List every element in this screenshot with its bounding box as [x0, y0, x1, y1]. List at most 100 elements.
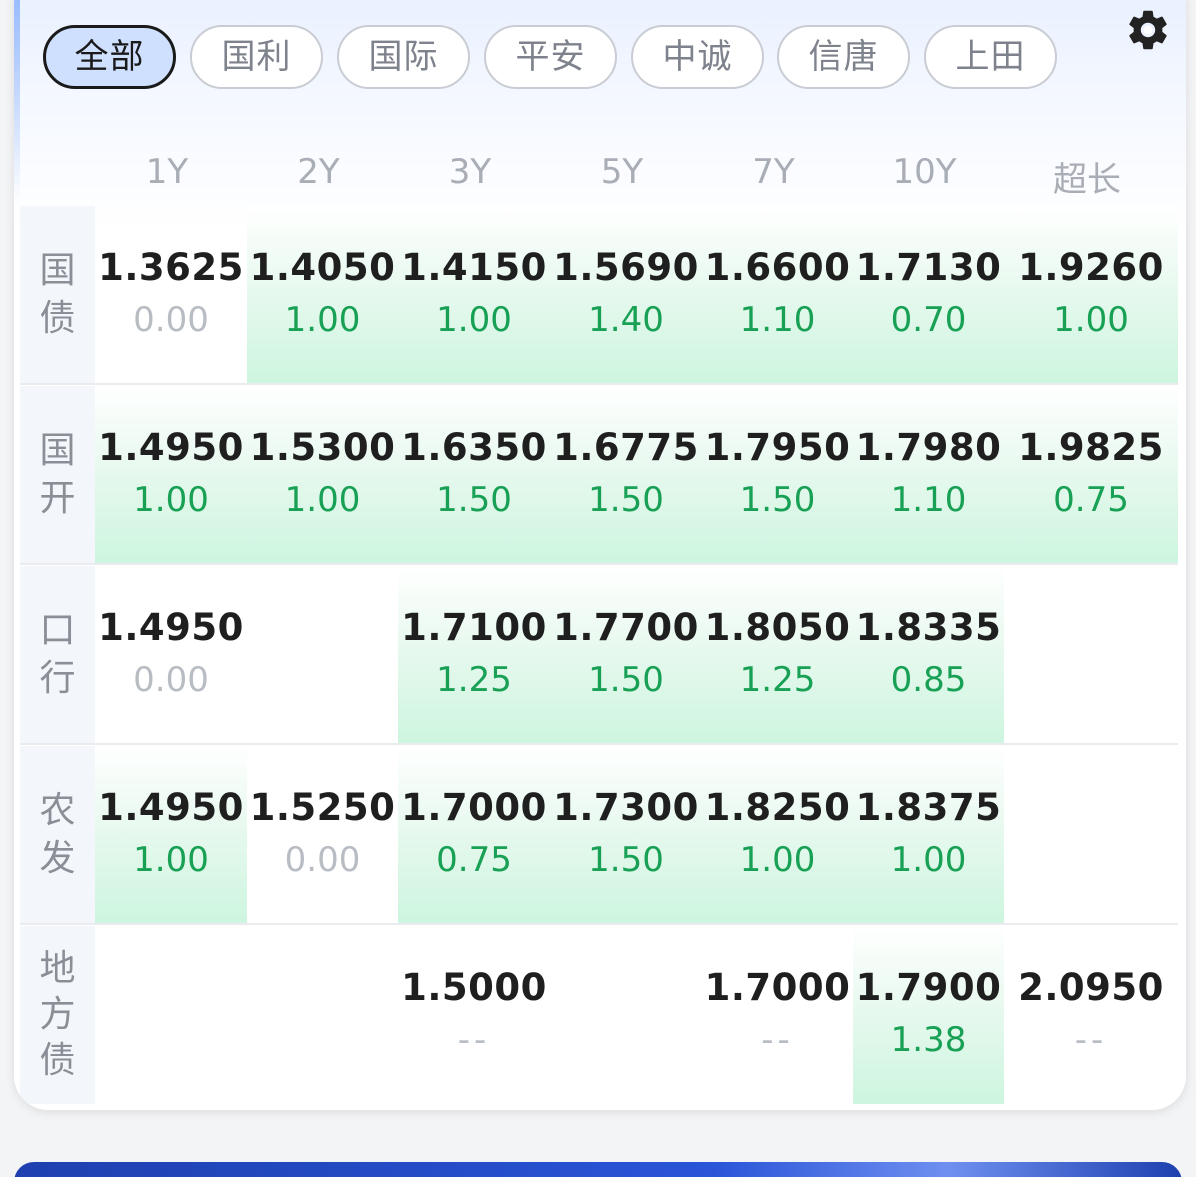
yield-change: -- [761, 1020, 794, 1060]
yield-change: 1.38 [890, 1020, 967, 1060]
yield-cell[interactable]: 1.7300 1.50 [550, 746, 702, 924]
gear-icon[interactable] [1124, 6, 1172, 54]
yield-rate: 1.7700 [553, 606, 699, 649]
promo-banner[interactable] [14, 1162, 1182, 1177]
row-label-0[interactable]: 国债 [20, 206, 95, 384]
yield-cell [550, 926, 702, 1104]
yield-change: 1.25 [739, 660, 816, 700]
yield-cell[interactable]: 1.4950 1.00 [95, 746, 247, 924]
yield-change: 1.00 [1053, 300, 1129, 340]
yield-cell [1004, 566, 1178, 744]
yield-rate: 1.6350 [401, 426, 547, 469]
yield-rate: 1.4150 [401, 246, 547, 289]
yield-cell[interactable]: 1.7000 -- [702, 926, 853, 1104]
yield-cell[interactable]: 1.8375 1.00 [853, 746, 1004, 924]
filter-tab-2[interactable]: 国际 [337, 25, 470, 89]
row-label-3[interactable]: 农发 [20, 746, 95, 924]
yield-rate: 1.6600 [704, 246, 851, 289]
yield-cell[interactable]: 1.7130 0.70 [853, 206, 1004, 384]
tenor-header-5[interactable]: 10Y [849, 152, 1000, 196]
yield-cell[interactable]: 1.8050 1.25 [702, 566, 853, 744]
filter-tab-0[interactable]: 全部 [43, 25, 176, 89]
bond-quote-card: 全部 国利 国际 平安 中诚 信唐 上田 1Y 2Y 3Y 5Y 7Y 10Y 超长 国债 1.3625 0… [14, 0, 1186, 1110]
tenor-header-1[interactable]: 2Y [243, 152, 394, 196]
filter-tab-4[interactable]: 中诚 [631, 25, 764, 89]
row-label-char: 国 [39, 430, 76, 471]
yield-rate: 1.7950 [704, 426, 851, 469]
tenor-header-6[interactable]: 超长 [1000, 152, 1174, 200]
yield-cell[interactable]: 1.5300 1.00 [247, 386, 398, 564]
yield-cell[interactable]: 1.7950 1.50 [702, 386, 853, 564]
yield-cell [247, 926, 398, 1104]
yield-rate: 1.8250 [704, 786, 851, 829]
yield-cell[interactable]: 1.7700 1.50 [550, 566, 702, 744]
yield-change: 1.50 [588, 660, 664, 700]
yield-change: 0.00 [133, 300, 209, 340]
tenor-header-2[interactable]: 3Y [394, 152, 546, 196]
yield-cell[interactable]: 1.7000 0.75 [398, 746, 550, 924]
row-label-char: 债 [39, 1040, 76, 1081]
yield-cell[interactable]: 1.7100 1.25 [398, 566, 550, 744]
yield-rate: 1.3625 [98, 246, 244, 289]
yield-cell [247, 566, 398, 744]
yield-change: 1.00 [739, 840, 816, 880]
filter-tab-6[interactable]: 上田 [924, 25, 1057, 89]
yield-change: 1.00 [284, 480, 361, 520]
yield-rate: 1.8050 [704, 606, 851, 649]
yield-cell[interactable]: 1.7980 1.10 [853, 386, 1004, 564]
yield-cell [95, 926, 247, 1104]
row-label-2[interactable]: 口行 [20, 566, 95, 744]
yield-cell[interactable]: 1.6350 1.50 [398, 386, 550, 564]
yield-rate: 1.5250 [249, 786, 396, 829]
yield-cell[interactable]: 1.9260 1.00 [1004, 206, 1178, 384]
row-label-char: 发 [39, 838, 76, 879]
yield-cell[interactable]: 1.7900 1.38 [853, 926, 1004, 1104]
filter-tab-1[interactable]: 国利 [190, 25, 323, 89]
yield-change: -- [1074, 1020, 1108, 1060]
yield-rate: 1.7980 [855, 426, 1002, 469]
row-label-char: 方 [39, 994, 76, 1035]
yield-cell[interactable]: 1.5250 0.00 [247, 746, 398, 924]
card-accent-edge [14, 0, 20, 200]
yield-rate: 1.7900 [855, 966, 1002, 1009]
yield-change: 1.50 [588, 840, 664, 880]
tenor-header-0[interactable]: 1Y [91, 152, 243, 196]
yield-cell[interactable]: 1.4950 1.00 [95, 386, 247, 564]
yield-cell[interactable]: 1.9825 0.75 [1004, 386, 1178, 564]
yield-cell[interactable]: 1.4950 0.00 [95, 566, 247, 744]
yield-cell[interactable]: 1.6600 1.10 [702, 206, 853, 384]
yield-cell[interactable]: 1.8250 1.00 [702, 746, 853, 924]
yield-cell[interactable]: 1.5000 -- [398, 926, 550, 1104]
yield-rate: 1.5690 [553, 246, 699, 289]
yield-change: 0.70 [890, 300, 967, 340]
tenor-header-4[interactable]: 7Y [698, 152, 849, 196]
yield-change: 1.00 [284, 300, 361, 340]
yield-change: 1.00 [436, 300, 512, 340]
yield-cell[interactable]: 1.3625 0.00 [95, 206, 247, 384]
yield-cell[interactable]: 2.0950 -- [1004, 926, 1178, 1104]
yield-cell[interactable]: 1.4150 1.00 [398, 206, 550, 384]
yield-cell[interactable]: 1.8335 0.85 [853, 566, 1004, 744]
tenor-header-3[interactable]: 5Y [546, 152, 698, 196]
yield-cell[interactable]: 1.6775 1.50 [550, 386, 702, 564]
yield-rate: 1.4950 [98, 606, 244, 649]
yield-change: 1.25 [436, 660, 512, 700]
yield-rate: 1.7300 [553, 786, 699, 829]
yield-cell[interactable]: 1.5690 1.40 [550, 206, 702, 384]
row-label-char: 国 [39, 250, 76, 291]
yield-rate: 1.8375 [855, 786, 1002, 829]
yield-change: -- [457, 1020, 491, 1060]
yield-rate: 1.6775 [553, 426, 699, 469]
filter-tab-5[interactable]: 信唐 [777, 25, 910, 89]
row-label-1[interactable]: 国开 [20, 386, 95, 564]
yield-rate: 1.7000 [401, 786, 547, 829]
yield-cell[interactable]: 1.4050 1.00 [247, 206, 398, 384]
yield-change: 0.75 [1053, 480, 1129, 520]
yield-rate: 1.9825 [1018, 426, 1164, 469]
yield-rate: 1.7100 [401, 606, 547, 649]
yield-change: 1.50 [436, 480, 512, 520]
yield-rate: 1.7130 [855, 246, 1002, 289]
filter-tab-3[interactable]: 平安 [484, 25, 617, 89]
row-label-4[interactable]: 地方债 [20, 926, 95, 1104]
yield-change: 1.00 [133, 480, 209, 520]
